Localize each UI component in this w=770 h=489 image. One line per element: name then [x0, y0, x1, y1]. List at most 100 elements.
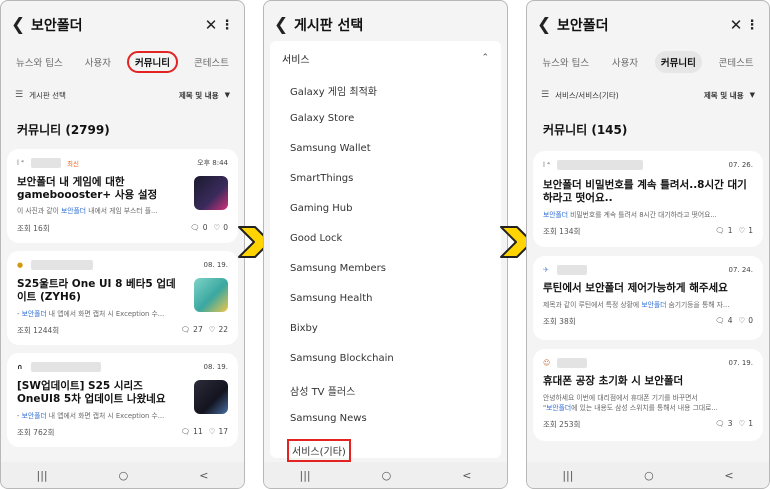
post-thumbnail — [194, 380, 228, 414]
board-select-button[interactable]: 게시판 선택 — [29, 90, 66, 101]
tab-news-tips[interactable]: 뉴스와 팁스 — [10, 51, 69, 73]
board-item[interactable]: Bixby — [290, 323, 318, 334]
back-arrow-icon[interactable]: ❮ — [11, 15, 31, 35]
post-card[interactable]: l ⁴ 최신 오후 8:44 보안폴더 내 게임에 대한 gameboooste… — [7, 149, 238, 243]
post-stats: 🗨︎ 27 ♡ 22 — [178, 325, 228, 334]
search-scope-dropdown[interactable]: 제목 및 내용 — [179, 90, 219, 101]
heart-icon: ♡ — [208, 325, 216, 334]
comment-icon: 🗨︎ — [715, 419, 725, 428]
phone-screen-3: ❮ 보안폴더 ✕ ⋮ 뉴스와 팁스 사용자 커뮤니티 콘테스트 ☰ 서비스/서비… — [526, 0, 770, 489]
post-preview: - 보안폴더 내 앱에서 화면 캡처 시 Exception 수... — [17, 412, 165, 420]
view-count: 조회 16회 — [17, 224, 50, 233]
chevron-up-icon[interactable]: ⌃ — [481, 53, 489, 63]
post-card[interactable]: ● 08. 19. S25울트라 One UI 8 베타5 업데이트 (ZYH6… — [7, 251, 238, 345]
recent-apps-icon[interactable]: ||| — [562, 469, 573, 482]
post-date: 07. 24. — [728, 266, 754, 274]
post-card[interactable]: ✈ 07. 24. 루틴에서 보안폴더 제어가능하게 해주세요 제목과 같이 루… — [533, 256, 763, 340]
recent-apps-icon[interactable]: ||| — [37, 469, 48, 482]
home-icon[interactable]: ○ — [119, 469, 129, 482]
post-card[interactable]: ☺ 07. 19. 휴대폰 공장 초기화 시 보안폴더 안녕하세요 이번에 대리… — [533, 349, 763, 441]
post-date: 오후 8:44 — [197, 159, 228, 167]
back-nav-icon[interactable]: < — [462, 469, 471, 482]
post-card[interactable]: l ⁴ 07. 26. 보안폴더 비밀번호를 계속 틀려서..8시간 대기하라고… — [533, 151, 763, 247]
board-item[interactable]: Samsung Health — [290, 293, 372, 304]
heart-icon: ♡ — [738, 226, 746, 235]
board-list: 서비스 ⌃ Galaxy 게임 최적화 Galaxy Store Samsung… — [270, 41, 501, 462]
board-item[interactable]: Galaxy Store — [290, 113, 354, 124]
blurred-username — [557, 265, 587, 275]
tab-contest[interactable]: 콘테스트 — [188, 51, 235, 73]
tab-community[interactable]: 커뮤니티 — [127, 51, 178, 73]
blurred-username — [31, 362, 101, 372]
app-bar: ❮ 보안폴더 ✕ ⋮ — [1, 1, 244, 49]
board-item[interactable]: Samsung Blockchain — [290, 353, 394, 364]
tab-bar: 뉴스와 팁스 사용자 커뮤니티 콘테스트 — [1, 49, 244, 75]
post-stats: 🗨︎ 4 ♡ 0 — [712, 316, 753, 325]
list-icon: ☰ — [541, 90, 550, 100]
tab-users[interactable]: 사용자 — [606, 51, 644, 73]
post-thumbnail — [194, 278, 228, 312]
comment-count: 27 — [193, 325, 203, 334]
user-level-icon: l ⁴ — [543, 161, 550, 169]
dropdown-caret-icon[interactable]: ▼ — [225, 91, 230, 99]
back-nav-icon[interactable]: < — [724, 469, 733, 482]
post-title: S25울트라 One UI 8 베타5 업데이트 (ZYH6) — [17, 278, 176, 303]
page-title: 보안폴더 — [557, 18, 609, 34]
category-header[interactable]: 서비스 ⌃ — [270, 41, 501, 75]
comment-count: 11 — [193, 427, 203, 436]
post-title: 루틴에서 보안폴더 제어가능하게 해주세요 — [543, 282, 728, 294]
back-nav-icon[interactable]: < — [199, 469, 208, 482]
post-preview: 제목과 같이 루틴에서 특정 상황에 보안폴더 숨기기등을 통해 자... — [543, 301, 730, 309]
board-item[interactable]: Samsung Members — [290, 263, 386, 274]
tab-bar: 뉴스와 팁스 사용자 커뮤니티 콘테스트 — [527, 49, 769, 75]
board-item[interactable]: Samsung News — [290, 413, 367, 424]
more-options-icon[interactable]: ⋮ — [745, 18, 759, 33]
phone-screen-2: ❮ 게시판 선택 서비스 ⌃ Galaxy 게임 최적화 Galaxy Stor… — [263, 0, 508, 489]
like-count: 22 — [218, 325, 228, 334]
tab-users[interactable]: 사용자 — [79, 51, 117, 73]
comment-count: 4 — [727, 316, 733, 325]
heart-icon: ♡ — [213, 223, 221, 232]
board-item[interactable]: Galaxy 게임 최적화 — [290, 83, 377, 98]
system-navbar: ||| ○ < — [527, 462, 769, 488]
system-navbar: ||| ○ < — [264, 462, 507, 488]
blurred-username — [557, 160, 643, 170]
board-select-button[interactable]: 서비스/서비스(기타) — [555, 90, 619, 101]
close-icon[interactable]: ✕ — [202, 16, 220, 34]
post-preview: - 보안폴더 내 앱에서 화면 캡처 시 Exception 수... — [17, 310, 165, 318]
page-title: 보안폴더 — [31, 18, 83, 34]
back-arrow-icon[interactable]: ❮ — [537, 15, 557, 35]
tab-contest[interactable]: 콘테스트 — [713, 51, 760, 73]
dropdown-caret-icon[interactable]: ▼ — [750, 91, 755, 99]
board-item[interactable]: 삼성 TV 플러스 — [290, 383, 355, 398]
app-bar: ❮ 보안폴더 ✕ ⋮ — [527, 1, 769, 49]
search-scope-dropdown[interactable]: 제목 및 내용 — [704, 90, 744, 101]
phone-screen-1: ❮ 보안폴더 ✕ ⋮ 뉴스와 팁스 사용자 커뮤니티 콘테스트 ☰ 게시판 선택… — [0, 0, 245, 489]
back-arrow-icon[interactable]: ❮ — [274, 15, 294, 35]
post-date: 08. 19. — [203, 363, 229, 371]
board-item[interactable]: Gaming Hub — [290, 203, 352, 214]
like-count: 0 — [748, 316, 753, 325]
tab-news-tips[interactable]: 뉴스와 팁스 — [536, 51, 595, 73]
recent-apps-icon[interactable]: ||| — [300, 469, 311, 482]
heart-icon: ♡ — [208, 427, 216, 436]
blurred-username — [557, 358, 587, 368]
tab-community[interactable]: 커뮤니티 — [654, 51, 702, 73]
board-item-selected[interactable]: 서비스(기타) — [287, 439, 351, 462]
post-date: 07. 26. — [728, 161, 754, 169]
board-item[interactable]: Samsung Wallet — [290, 143, 371, 154]
close-icon[interactable]: ✕ — [727, 16, 745, 34]
post-stats: 🗨︎ 11 ♡ 17 — [178, 427, 228, 436]
view-count: 조회 1244회 — [17, 326, 60, 335]
home-icon[interactable]: ○ — [382, 469, 392, 482]
like-count: 17 — [218, 427, 228, 436]
board-item[interactable]: SmartThings — [290, 173, 353, 184]
user-avatar-icon: ∩ — [17, 363, 23, 371]
blurred-username — [31, 158, 61, 168]
list-icon: ☰ — [15, 90, 24, 100]
board-item[interactable]: Good Lock — [290, 233, 342, 244]
comment-count: 1 — [727, 226, 733, 235]
post-card[interactable]: ∩ 08. 19. [SW업데이트] S25 시리즈 OneUI8 5차 업데이… — [7, 353, 238, 447]
more-options-icon[interactable]: ⋮ — [220, 18, 234, 33]
home-icon[interactable]: ○ — [644, 469, 654, 482]
